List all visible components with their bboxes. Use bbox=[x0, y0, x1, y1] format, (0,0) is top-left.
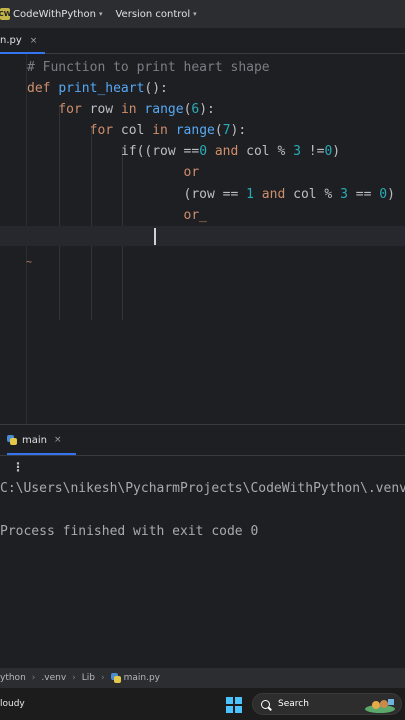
code-token: in bbox=[152, 123, 176, 138]
fold-marker: ~ bbox=[26, 257, 33, 268]
breadcrumb-item[interactable]: Lib bbox=[82, 673, 95, 683]
run-tool-window: main × ⋮ C:\Users\nikesh\PycharmProjects… bbox=[0, 424, 405, 664]
code-token: or bbox=[27, 165, 200, 180]
weather-widget[interactable]: loudy bbox=[0, 699, 25, 709]
code-token: print_heart bbox=[58, 81, 145, 96]
code-editor[interactable]: # Function to print heart shape def print… bbox=[0, 54, 405, 424]
code-token: ) bbox=[387, 187, 395, 202]
python-icon bbox=[7, 435, 17, 445]
code-token: ): bbox=[230, 123, 247, 138]
windows-start-icon[interactable] bbox=[226, 697, 242, 713]
search-highlight-icon[interactable] bbox=[364, 697, 396, 713]
run-tab-bar: main × bbox=[0, 425, 405, 455]
code-token: == bbox=[347, 187, 380, 202]
breadcrumb-file-label: main.py bbox=[123, 673, 160, 683]
editor-tab-bar: n.py × bbox=[0, 28, 405, 54]
code-token: # Function to print heart shape bbox=[27, 60, 270, 75]
code-token: for bbox=[27, 102, 90, 117]
code-line: if((row ==0 and col % 3 !=0) bbox=[27, 141, 340, 162]
breadcrumb-item[interactable]: ython bbox=[0, 673, 26, 683]
code-line: def print_heart(): bbox=[27, 78, 168, 99]
code-token: 3 bbox=[293, 144, 301, 159]
breadcrumb: ython › .venv › Lib › main.py bbox=[0, 668, 405, 688]
code-token: ) bbox=[332, 144, 341, 159]
chevron-right-icon: › bbox=[31, 673, 36, 683]
project-name: CodeWithPython bbox=[13, 8, 96, 20]
code-token: (): bbox=[144, 81, 168, 96]
text-caret bbox=[154, 228, 156, 245]
code-token: in bbox=[120, 102, 145, 117]
code-token: and bbox=[207, 144, 247, 159]
close-icon[interactable]: × bbox=[30, 36, 38, 46]
code-token: range bbox=[144, 102, 184, 117]
code-token: col % bbox=[293, 187, 341, 202]
code-token: or_ bbox=[27, 208, 208, 223]
tab-label: n.py bbox=[0, 35, 22, 46]
run-toolbar: ⋮ bbox=[0, 455, 405, 477]
code-line: # Function to print heart shape bbox=[27, 57, 270, 78]
code-token: def bbox=[27, 81, 59, 96]
code-token: if((row == bbox=[27, 144, 200, 159]
breadcrumb-item[interactable]: .venv bbox=[41, 673, 66, 683]
console-output-line: C:\Users\nikesh\PycharmProjects\CodeWith… bbox=[0, 481, 405, 496]
code-token: ( bbox=[214, 123, 223, 138]
chevron-right-icon: › bbox=[72, 673, 76, 683]
code-line: for col in range(7): bbox=[27, 120, 247, 141]
code-token: 3 bbox=[340, 187, 348, 202]
code-token: col % bbox=[246, 144, 294, 159]
code-token: 1 bbox=[246, 187, 254, 202]
code-token: (row == bbox=[27, 187, 247, 202]
code-line: or bbox=[27, 162, 200, 183]
chevron-right-icon: › bbox=[101, 673, 105, 683]
code-token: 0 bbox=[379, 187, 388, 202]
current-line-highlight bbox=[0, 226, 405, 246]
code-token: ): bbox=[199, 102, 215, 117]
code-token: != bbox=[300, 144, 325, 159]
project-switcher[interactable]: CodeWithPython ▾ bbox=[13, 9, 102, 20]
code-token: 7 bbox=[222, 123, 231, 138]
close-icon[interactable]: × bbox=[54, 435, 62, 445]
python-icon bbox=[110, 673, 121, 683]
version-control-label: Version control bbox=[115, 8, 191, 20]
console-output-line: Process finished with exit code 0 bbox=[0, 524, 259, 539]
code-line: (row == 1 and col % 3 == 0) bbox=[27, 184, 395, 205]
code-line: for row in range(6): bbox=[27, 99, 215, 120]
code-token: range bbox=[175, 123, 215, 138]
code-token: and bbox=[253, 187, 294, 202]
code-token: for bbox=[27, 123, 121, 138]
tab-main-py[interactable]: n.py × bbox=[0, 28, 46, 54]
version-control-menu[interactable]: Version control ▾ bbox=[115, 9, 196, 20]
title-bar: CW CodeWithPython ▾ Version control ▾ bbox=[0, 0, 405, 28]
search-icon bbox=[261, 699, 270, 709]
code-token: 0 bbox=[199, 144, 208, 159]
code-token: row bbox=[89, 102, 121, 117]
code-line: or_ bbox=[27, 205, 207, 226]
code-token: col bbox=[120, 123, 153, 138]
chevron-down-icon: ▾ bbox=[193, 10, 197, 18]
run-tab-label: main bbox=[22, 434, 47, 446]
project-badge[interactable]: CW bbox=[0, 8, 11, 20]
search-label: Search bbox=[278, 699, 309, 709]
breadcrumb-item-file[interactable]: main.py bbox=[110, 673, 160, 683]
chevron-down-icon: ▾ bbox=[98, 10, 103, 18]
tab-run-main[interactable]: main × bbox=[7, 425, 75, 455]
more-options-icon[interactable]: ⋮ bbox=[12, 460, 24, 474]
